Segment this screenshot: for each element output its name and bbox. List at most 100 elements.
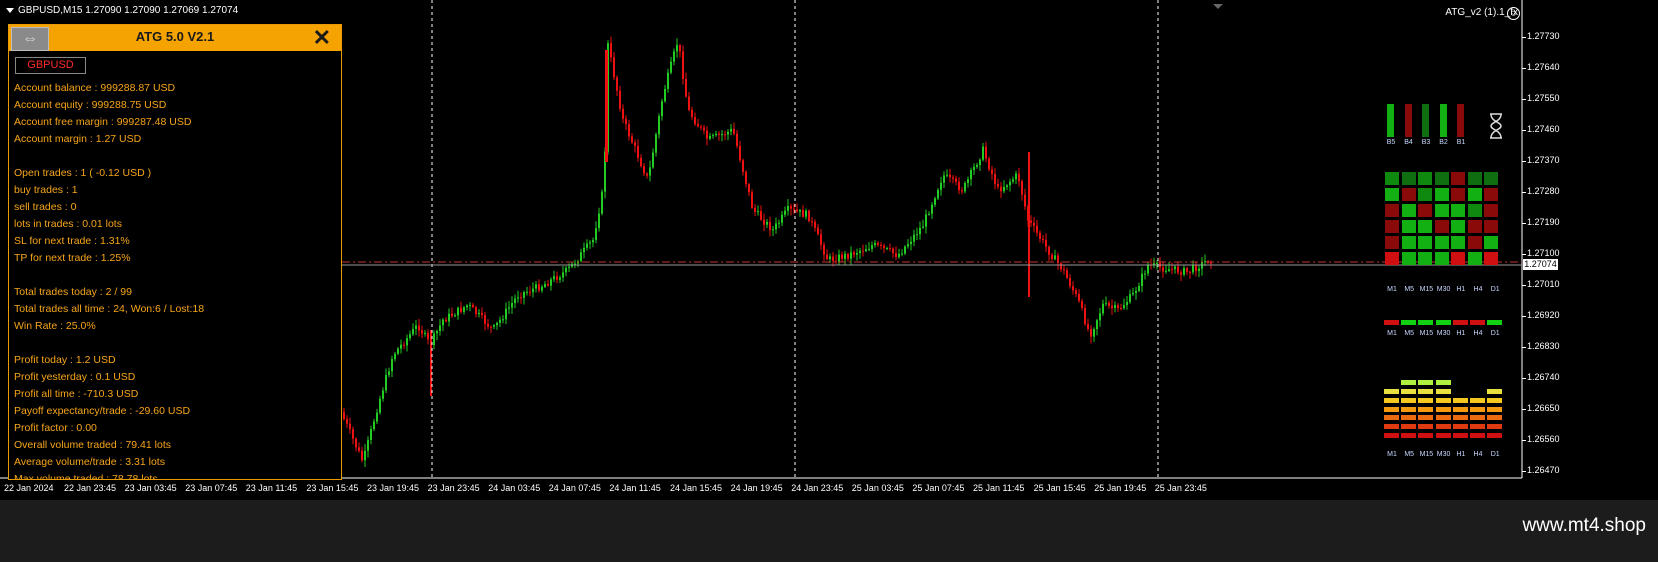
candle-body xyxy=(991,169,993,175)
level-segment xyxy=(1470,433,1485,438)
candle-body xyxy=(1051,254,1053,260)
trend-strip-cell xyxy=(1452,320,1468,325)
time-label: 24 Jan 23:45 xyxy=(791,483,844,493)
candle-body xyxy=(412,328,414,335)
candle-body xyxy=(400,344,402,349)
stat-line: Account free margin : 999287.48 USD xyxy=(14,116,192,128)
price-tick xyxy=(1522,254,1526,255)
panel-header[interactable]: ⇔ ATG 5.0 V2.1 ✕ xyxy=(9,25,341,51)
signal-cell xyxy=(1484,204,1498,217)
candle-body xyxy=(895,253,897,257)
candle-body xyxy=(1192,265,1194,273)
candle-body xyxy=(376,412,378,422)
candle-body xyxy=(931,204,933,214)
trend-strip-cell xyxy=(1487,320,1503,325)
candle-body xyxy=(583,247,585,253)
timeframe-label: M1 xyxy=(1387,330,1397,337)
price-tick xyxy=(1522,409,1526,410)
symbol-info-header[interactable]: GBPUSD,M15 1.27090 1.27090 1.27069 1.270… xyxy=(6,5,238,16)
candle-body xyxy=(352,429,354,439)
candle-body xyxy=(439,325,441,332)
candle-body xyxy=(997,184,999,187)
candle-body xyxy=(1039,232,1041,239)
bar-label: B3 xyxy=(1421,139,1431,146)
candle-body xyxy=(586,243,588,248)
candle-body xyxy=(1147,264,1149,274)
candle-body xyxy=(529,291,531,293)
candle-body xyxy=(802,210,804,217)
candle-body xyxy=(532,288,534,293)
candle-body xyxy=(913,234,915,242)
candle-body xyxy=(754,207,756,212)
price-label: 1.27100 xyxy=(1527,248,1560,258)
timeframe-label: M15 xyxy=(1419,451,1434,458)
signal-cell xyxy=(1401,172,1416,185)
candle-body xyxy=(490,326,492,328)
candle-body xyxy=(757,211,759,213)
signal-cell xyxy=(1467,220,1482,233)
signal-cell xyxy=(1401,204,1416,217)
level-segment xyxy=(1470,415,1485,421)
candle-body xyxy=(946,174,948,176)
level-segment xyxy=(1401,406,1417,412)
stat-line: Profit yesterday : 0.1 USD xyxy=(14,371,136,383)
timeframe-label: M1 xyxy=(1387,451,1397,458)
price-label: 1.27010 xyxy=(1527,279,1560,289)
candle-body xyxy=(1078,293,1080,301)
candle-body xyxy=(1093,329,1095,337)
candle-body xyxy=(763,219,765,225)
signal-cell xyxy=(1385,220,1399,233)
candle-body xyxy=(619,90,621,109)
time-label: 22 Jan 23:45 xyxy=(64,483,117,493)
candle-body xyxy=(1018,173,1020,182)
signal-cell xyxy=(1434,220,1449,233)
candle-body xyxy=(787,206,789,211)
candle-body xyxy=(415,325,417,329)
candle-body xyxy=(1195,265,1197,272)
candle-body xyxy=(901,253,903,255)
candle-body xyxy=(928,213,930,215)
candle-body xyxy=(883,245,885,249)
signal-cell xyxy=(1467,252,1482,265)
candle-body xyxy=(784,210,786,215)
candle-body xyxy=(694,117,696,125)
signal-cell xyxy=(1484,236,1498,249)
signal-cell xyxy=(1484,220,1498,233)
candle-body xyxy=(976,164,978,167)
price-label: 1.27730 xyxy=(1527,31,1560,41)
candle-body xyxy=(568,266,570,268)
candle-body xyxy=(1186,267,1188,272)
level-segment xyxy=(1487,406,1503,412)
level-segment xyxy=(1418,380,1434,386)
candle-body xyxy=(436,331,438,334)
trend-strip-cell xyxy=(1435,320,1451,325)
candle-body xyxy=(706,130,708,139)
stat-line: Profit all time : -710.3 USD xyxy=(14,388,139,400)
candle-body xyxy=(1054,255,1056,260)
price-tick xyxy=(1522,161,1526,162)
candle-body xyxy=(454,315,456,317)
candle-body xyxy=(952,177,954,179)
price-label: 1.27550 xyxy=(1527,93,1560,103)
signal-cell xyxy=(1401,252,1416,265)
candle-body xyxy=(469,304,471,306)
candle-body xyxy=(355,438,357,448)
level-segment xyxy=(1384,433,1399,438)
candle-body xyxy=(889,248,891,250)
candle-body xyxy=(1066,270,1068,278)
symbol-button[interactable]: GBPUSD xyxy=(15,57,86,74)
candle-body xyxy=(766,221,768,225)
price-tick xyxy=(1522,347,1526,348)
stat-line: Average volume/trade : 3.31 lots xyxy=(14,456,165,468)
candle-body xyxy=(358,447,360,451)
bottom-bar: www.mt4.shop xyxy=(0,500,1658,562)
candle-body xyxy=(1000,186,1002,192)
price-label: 1.27460 xyxy=(1527,124,1560,134)
candle-body xyxy=(1090,328,1092,337)
dropdown-triangle-icon[interactable] xyxy=(6,7,14,13)
candle-body xyxy=(874,242,876,246)
close-icon[interactable]: ✕ xyxy=(313,25,331,51)
stat-line: Account balance : 999288.87 USD xyxy=(14,82,176,94)
candle-body xyxy=(736,133,738,146)
stat-line xyxy=(14,148,204,165)
